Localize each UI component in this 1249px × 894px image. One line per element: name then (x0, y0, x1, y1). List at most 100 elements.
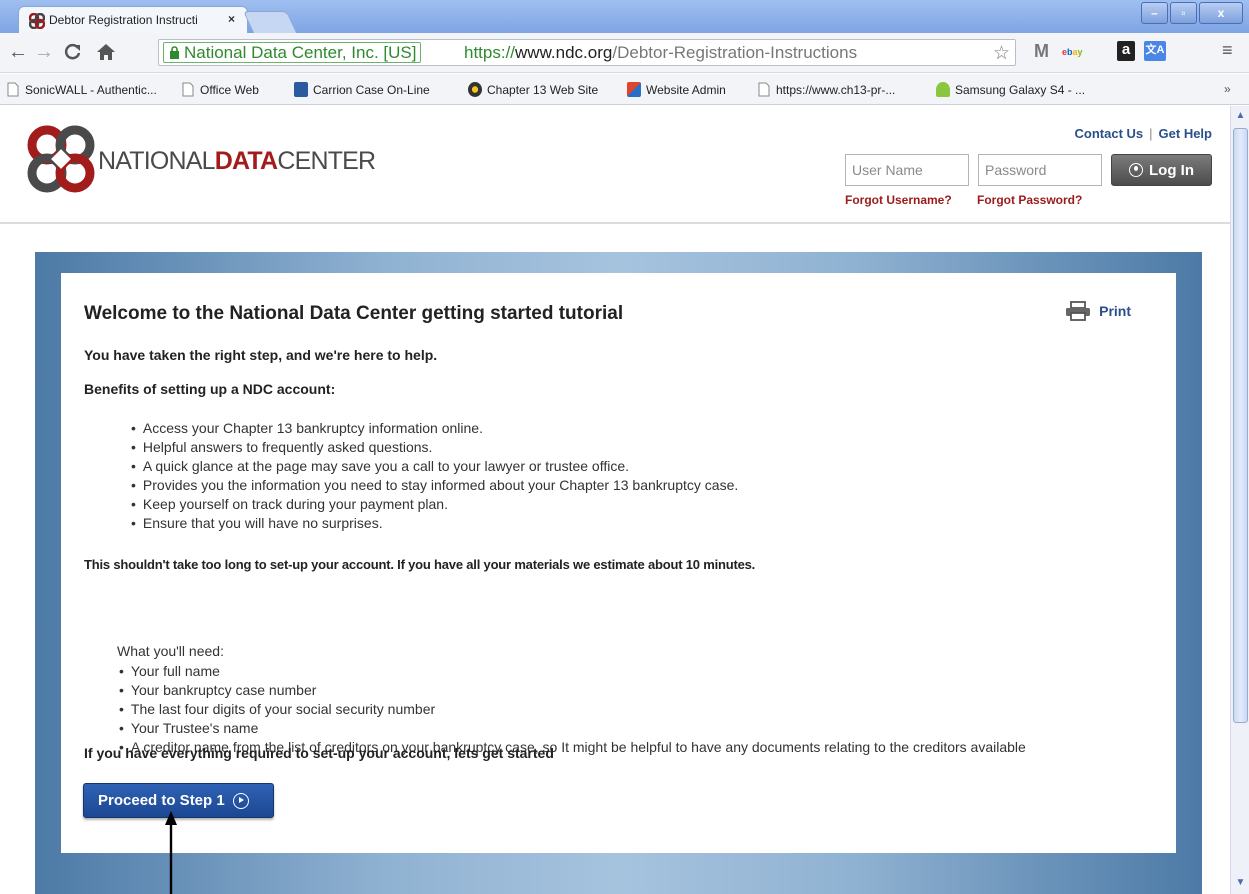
contact-us-link[interactable]: Contact Us (1075, 126, 1144, 141)
ndc-logo-icon[interactable] (25, 124, 97, 194)
bookmark-label: https://www.ch13-pr-... (776, 82, 896, 97)
list-item: A quick glance at the page may save you … (131, 457, 738, 476)
chapter13-icon (468, 82, 482, 97)
bookmark-label: Carrion Case On-Line (313, 82, 430, 97)
gmail-extension-icon[interactable]: M (1034, 41, 1049, 62)
site-logo-text[interactable]: NATIONALDATACENTER (98, 147, 376, 176)
lock-icon (170, 46, 179, 59)
amazon-extension-icon[interactable]: a (1117, 41, 1135, 61)
url-host: www.ndc.org (515, 43, 613, 62)
login-label: Log In (1149, 161, 1194, 179)
list-item: Access your Chapter 13 bankruptcy inform… (131, 419, 738, 438)
list-item: Helpful answers to frequently asked ques… (131, 438, 738, 457)
list-item: Your bankruptcy case number (119, 681, 1129, 700)
ready-text: If you have everything required to set-u… (84, 745, 554, 761)
website-admin-icon (627, 82, 641, 97)
list-item: Keep yourself on track during your payme… (131, 495, 738, 514)
address-bar[interactable]: National Data Center, Inc. [US] https://… (158, 39, 1016, 66)
print-button[interactable]: Print (1065, 301, 1131, 321)
password-input[interactable] (978, 154, 1102, 186)
scroll-up-icon[interactable]: ▲ (1234, 110, 1247, 123)
minimize-button[interactable]: – (1141, 2, 1168, 24)
printer-icon (1066, 301, 1091, 321)
content-frame: Welcome to the National Data Center gett… (35, 252, 1202, 894)
restore-button[interactable]: ▫ (1170, 2, 1197, 24)
close-window-button[interactable]: x (1199, 2, 1243, 24)
carrion-icon (294, 82, 308, 97)
benefits-heading: Benefits of setting up a NDC account: (84, 381, 336, 397)
tutorial-card: Welcome to the National Data Center gett… (61, 273, 1176, 853)
forgot-username-link[interactable]: Forgot Username? (845, 193, 952, 207)
proceed-label: Proceed to Step 1 (98, 792, 225, 809)
site-header: NATIONALDATACENTER Contact Us | Get Help L… (0, 106, 1230, 224)
bookmarks-bar: SonicWALL - Authentic... Office Web Carr… (0, 74, 1249, 105)
bookmark-item[interactable]: Website Admin (627, 82, 726, 97)
web-page: NATIONALDATACENTER Contact Us | Get Help L… (0, 106, 1230, 894)
tab-title: Debtor Registration Instructi (49, 13, 198, 27)
logo-bold: DATA (214, 147, 278, 175)
bookmark-label: Office Web (200, 82, 259, 97)
benefits-list: Access your Chapter 13 bankruptcy inform… (131, 419, 738, 533)
url-text: https://www.ndc.org/Debtor-Registration-… (464, 43, 857, 63)
list-item: Ensure that you will have no surprises. (131, 514, 738, 533)
bookmark-label: SonicWALL - Authentic... (25, 82, 157, 97)
bookmarks-overflow-icon[interactable]: » (1224, 82, 1231, 96)
bookmark-item[interactable]: https://www.ch13-pr-... (757, 82, 895, 97)
needs-heading: What you'll need: (117, 643, 224, 659)
list-item: Provides you the information you need to… (131, 476, 738, 495)
user-icon (1129, 163, 1143, 177)
bookmark-item[interactable]: SonicWALL - Authentic... (6, 82, 157, 97)
home-icon[interactable] (96, 43, 116, 61)
annotation-arrow-icon (165, 811, 177, 894)
bookmark-item[interactable]: Carrion Case On-Line (294, 82, 430, 97)
login-button[interactable]: Log In (1111, 154, 1212, 186)
ndc-favicon-icon (29, 13, 45, 29)
arrow-right-circle-icon (232, 792, 249, 809)
scrollbar-thumb[interactable] (1233, 128, 1248, 723)
page-icon (758, 82, 770, 97)
forgot-password-link[interactable]: Forgot Password? (977, 193, 1082, 207)
list-item: Your Trustee's name (119, 719, 1129, 738)
url-scheme: https:// (464, 43, 516, 62)
time-estimate-text: This shouldn't take too long to set-up y… (84, 557, 756, 572)
page-icon (7, 82, 19, 97)
close-tab-icon[interactable]: × (228, 12, 235, 26)
ebay-extension-icon[interactable]: ebay (1062, 47, 1083, 57)
bookmark-item[interactable]: Office Web (181, 82, 259, 97)
scroll-down-icon[interactable]: ▼ (1234, 877, 1247, 890)
back-icon[interactable]: ← (8, 42, 28, 62)
get-help-link[interactable]: Get Help (1159, 126, 1212, 141)
ev-certificate-badge[interactable]: National Data Center, Inc. [US] (163, 42, 422, 63)
browser-tab[interactable]: Debtor Registration Instructi × (18, 6, 248, 33)
bookmark-label: Chapter 13 Web Site (487, 82, 599, 97)
page-scrollbar[interactable]: ▲ ▼ (1230, 106, 1249, 894)
bookmark-label: Samsung Galaxy S4 - ... (955, 82, 1086, 97)
proceed-step1-button[interactable]: Proceed to Step 1 (83, 783, 274, 818)
page-title: Welcome to the National Data Center gett… (84, 303, 624, 324)
forward-icon[interactable]: → (34, 42, 54, 62)
bookmark-star-icon[interactable]: ☆ (993, 42, 1010, 65)
print-label: Print (1099, 303, 1131, 319)
browser-toolbar: ← → National Data Center, Inc. [US] http… (0, 33, 1249, 73)
new-tab-button[interactable] (242, 11, 298, 33)
menu-icon[interactable]: ≡ (1222, 40, 1233, 61)
translate-extension-icon[interactable]: 文A (1144, 41, 1166, 61)
username-input[interactable] (845, 154, 969, 186)
needs-list: Your full name Your bankruptcy case numb… (119, 662, 1129, 757)
ev-label: National Data Center, Inc. [US] (184, 43, 417, 62)
bookmark-label: Website Admin (646, 82, 726, 97)
logo-prefix: NATIONAL (98, 147, 216, 175)
url-path: /Debtor-Registration-Instructions (612, 43, 858, 62)
bookmark-item[interactable]: Chapter 13 Web Site (468, 82, 598, 97)
intro-text: You have taken the right step, and we're… (84, 347, 438, 363)
link-separator: | (1149, 126, 1153, 141)
page-icon (182, 82, 194, 97)
browser-tab-strip: Debtor Registration Instructi × – ▫ x (0, 0, 1249, 33)
reload-icon[interactable] (64, 43, 82, 61)
top-links: Contact Us | Get Help (1075, 126, 1212, 141)
bookmark-item[interactable]: Samsung Galaxy S4 - ... (936, 82, 1085, 97)
logo-suffix: CENTER (277, 147, 376, 175)
list-item: Your full name (119, 662, 1129, 681)
android-icon (936, 82, 950, 97)
window-controls: – ▫ x (1141, 2, 1243, 24)
